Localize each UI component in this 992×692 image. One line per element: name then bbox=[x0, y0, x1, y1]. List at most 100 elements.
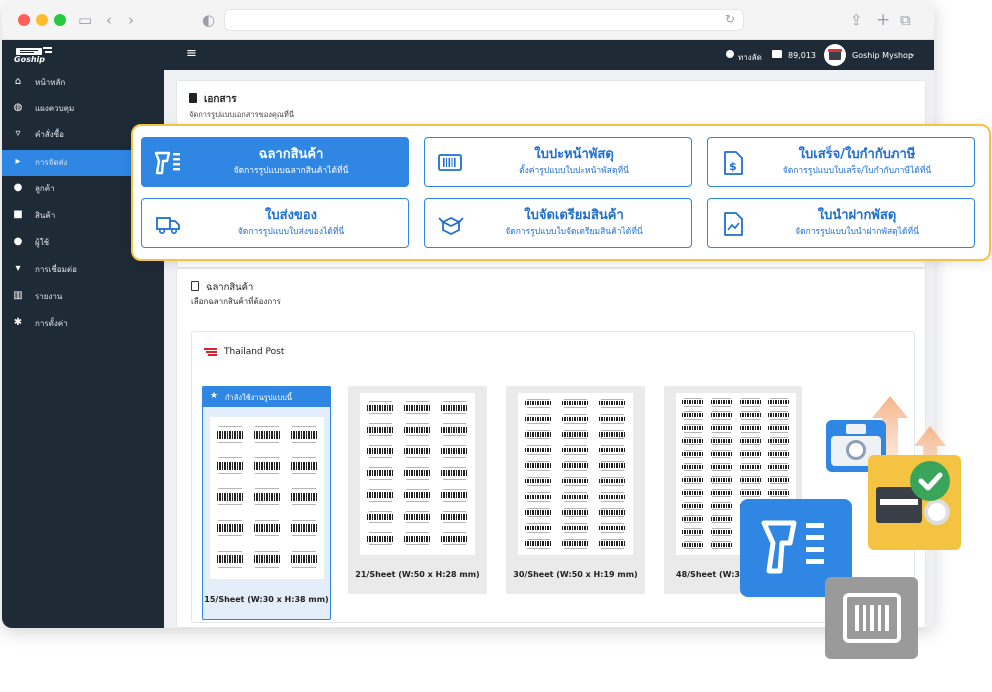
maximize-window-button[interactable] bbox=[54, 14, 66, 26]
label-cell bbox=[438, 443, 471, 462]
doc-card-product-label[interactable]: ฉลากสินค้า จัดการรูปแบบฉลากสินค้าได้ที่น… bbox=[141, 137, 409, 187]
printer-card-icon bbox=[868, 455, 961, 550]
label-cell bbox=[596, 459, 629, 473]
label-cell bbox=[251, 423, 283, 448]
label-cell bbox=[522, 444, 555, 458]
doc-card-title: ใบปะหน้าพัสดุ bbox=[534, 147, 614, 162]
label-cell bbox=[288, 423, 320, 448]
label-cell bbox=[559, 444, 592, 458]
share-icon[interactable]: ⇪ bbox=[850, 10, 863, 30]
shield-icon[interactable]: ◐ bbox=[202, 10, 215, 30]
label-cell bbox=[401, 421, 434, 440]
decorative-illustration bbox=[740, 396, 980, 662]
doc-card-title: ใบนำฝากพัสดุ bbox=[817, 208, 897, 223]
sidebar-toggle-icon[interactable]: ▭ bbox=[78, 10, 92, 30]
box-icon: ■ bbox=[13, 209, 23, 220]
sidebar-item-label: ผู้ใช้ bbox=[35, 238, 50, 247]
doc-card-parcel-label[interactable]: ใบปะหน้าพัสดุ ตั้งค่ารูปแบบใบปะหน้าพัสดุ… bbox=[424, 137, 692, 187]
user-icon: ● bbox=[13, 236, 23, 247]
doc-card-subtitle: จัดการรูปแบบใบจัดเตรียมสินค้าได้ที่นี่ bbox=[505, 227, 643, 237]
brand-name: Goship bbox=[14, 55, 45, 64]
label-cell bbox=[522, 459, 555, 473]
label-sheet-30[interactable]: 30/Sheet (W:50 x H:19 mm) bbox=[506, 386, 645, 594]
label-cell bbox=[559, 459, 592, 473]
sidebar-item-settings[interactable]: ✱ การตั้งค่า bbox=[2, 311, 164, 337]
sidebar-item-reports[interactable]: ▥ รายงาน bbox=[2, 284, 164, 310]
doc-card-parcel-deposit[interactable]: ใบนำฝากพัสดุ จัดการรูปแบบใบนำฝากพัสดุได้… bbox=[707, 198, 975, 248]
label-cell bbox=[709, 436, 735, 447]
label-cell bbox=[680, 527, 706, 538]
label-cell bbox=[364, 486, 397, 505]
star-icon: ★ bbox=[210, 391, 219, 401]
label-cell bbox=[596, 444, 629, 458]
label-cell bbox=[559, 428, 592, 442]
shortcut-link[interactable]: ทางลัด bbox=[738, 51, 762, 64]
label-cell bbox=[364, 508, 397, 527]
label-cell bbox=[680, 488, 706, 499]
sidebar-item-label: รายงาน bbox=[35, 292, 63, 301]
sidebar-item-label: หน้าหลัก bbox=[35, 78, 66, 87]
label-cell bbox=[559, 522, 592, 536]
shop-name[interactable]: Goship Myshop bbox=[852, 51, 913, 60]
chart-icon: ▥ bbox=[13, 290, 23, 301]
label-cell bbox=[438, 465, 471, 484]
document-types-grid: ฉลากสินค้า จัดการรูปแบบฉลากสินค้าได้ที่น… bbox=[131, 124, 991, 261]
label-cell bbox=[214, 548, 246, 573]
label-cell bbox=[364, 530, 397, 549]
label-cell bbox=[522, 397, 555, 411]
label-cell bbox=[522, 506, 555, 520]
label-cell bbox=[438, 486, 471, 505]
plug-icon: ▾ bbox=[15, 263, 21, 274]
label-cell bbox=[680, 462, 706, 473]
new-tab-icon[interactable]: + bbox=[876, 10, 890, 30]
label-cell bbox=[438, 508, 471, 527]
chevron-down-icon[interactable]: ⌄ bbox=[909, 49, 916, 58]
label-cell bbox=[401, 443, 434, 462]
label-sheet-21[interactable]: 21/Sheet (W:50 x H:28 mm) bbox=[348, 386, 487, 594]
minimize-window-button[interactable] bbox=[36, 14, 48, 26]
address-bar[interactable]: ↻ bbox=[224, 9, 744, 31]
label-cell bbox=[251, 548, 283, 573]
current-template-badge: ★ กำลังใช้งานรูปแบบนี้ bbox=[203, 387, 330, 407]
label-cell bbox=[288, 548, 320, 573]
sidebar-item-label: คำสั่งซื้อ bbox=[35, 130, 64, 139]
sidebar-item-label: ลูกค้า bbox=[35, 184, 55, 193]
label-cell bbox=[401, 486, 434, 505]
label-cell bbox=[680, 436, 706, 447]
label-cell bbox=[596, 491, 629, 505]
label-sheet-15[interactable]: ★ กำลังใช้งานรูปแบบนี้ 15/Sheet (W:30 x … bbox=[202, 386, 331, 620]
label-cell bbox=[709, 527, 735, 538]
sheet-caption: 21/Sheet (W:50 x H:28 mm) bbox=[355, 570, 480, 579]
label-cell bbox=[596, 475, 629, 489]
label-cell bbox=[214, 423, 246, 448]
doc-card-receipt[interactable]: $ ใบเสร็จ/ใบกำกับภาษี จัดการรูปแบบใบเสร็… bbox=[707, 137, 975, 187]
label-cell bbox=[251, 454, 283, 479]
label-cell bbox=[680, 449, 706, 460]
doc-card-subtitle: จัดการรูปแบบใบนำฝากพัสดุได้ที่นี่ bbox=[795, 227, 919, 237]
doc-card-picking-list[interactable]: ใบจัดเตรียมสินค้า จัดการรูปแบบใบจัดเตรีย… bbox=[424, 198, 692, 248]
tabs-overview-icon[interactable]: ⧉ bbox=[900, 10, 911, 30]
doc-card-title: ฉลากสินค้า bbox=[258, 147, 324, 162]
menu-hamburger-icon[interactable]: ≡ bbox=[186, 47, 197, 61]
check-icon bbox=[910, 461, 950, 501]
shortcut-icon[interactable] bbox=[726, 50, 734, 58]
forward-icon[interactable]: › bbox=[128, 10, 134, 30]
back-icon[interactable]: ‹ bbox=[106, 10, 112, 30]
close-window-button[interactable] bbox=[18, 14, 30, 26]
page-title: เอกสาร bbox=[204, 94, 237, 105]
label-cell bbox=[288, 454, 320, 479]
label-cell bbox=[214, 454, 246, 479]
label-cell bbox=[596, 506, 629, 520]
label-cell bbox=[522, 428, 555, 442]
sidebar-item-dashboard[interactable]: ◍ แผงควบคุม bbox=[2, 96, 164, 122]
sidebar-item-home[interactable]: ⌂ หน้าหลัก bbox=[2, 70, 164, 96]
label-cell bbox=[522, 522, 555, 536]
goship-logo[interactable]: Goship bbox=[12, 46, 54, 64]
shop-avatar[interactable] bbox=[824, 44, 846, 66]
doc-card-delivery-note[interactable]: ใบส่งของ จัดการรูปแบบใบส่งของได้ที่นี่ bbox=[141, 198, 409, 248]
label-cell bbox=[438, 399, 471, 418]
doc-card-subtitle: ตั้งค่ารูปแบบใบปะหน้าพัสดุที่นี่ bbox=[519, 166, 629, 176]
label-cell bbox=[709, 501, 735, 512]
reload-icon[interactable]: ↻ bbox=[725, 12, 735, 26]
wallet-balance[interactable]: 89,013 bbox=[788, 51, 816, 60]
